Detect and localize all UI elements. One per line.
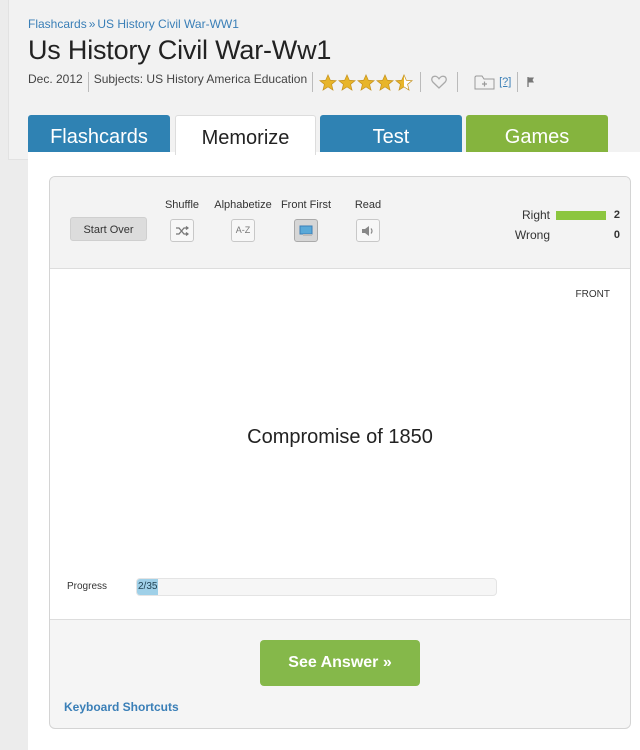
tab-memorize[interactable]: Memorize [175,115,316,155]
star-full-icon[interactable] [376,73,395,91]
breadcrumb-flashcards-link[interactable]: Flashcards [28,17,87,31]
read-button[interactable] [356,219,380,242]
study-toolbar: Start Over Shuffle Alphabetize A-Z Front… [50,177,630,269]
right-score-row: Right 2 [490,205,620,225]
speaker-icon [362,226,373,236]
right-score-bar [556,210,606,220]
breadcrumb-separator: » [88,17,96,31]
add-folder-icon [474,75,495,90]
heart-icon [431,75,447,89]
star-full-icon[interactable] [357,73,376,91]
add-to-folder-button[interactable]: [?] [458,72,519,92]
tab-games[interactable]: Games [466,115,608,153]
star-full-icon[interactable] [319,73,338,91]
rating-stars[interactable] [313,72,422,92]
page-title: Us History Civil War-Ww1 [28,35,332,65]
shuffle-tool: Shuffle [160,199,204,242]
score-panel: Right 2 Wrong 0 [490,205,620,245]
front-first-tool: Front First [278,199,334,242]
shuffle-button[interactable] [170,219,194,242]
shuffle-label: Shuffle [164,199,200,211]
set-date: Dec. 2012 [28,72,89,92]
tab-flashcards[interactable]: Flashcards [28,115,170,153]
breadcrumb-set-link[interactable]: US History Civil War-WW1 [97,17,239,31]
memorize-study-panel: Start Over Shuffle Alphabetize A-Z Front… [49,176,631,729]
set-meta: Dec. 2012 Subjects: US History America E… [28,71,536,93]
star-half-icon[interactable] [395,73,414,91]
right-count: 2 [613,209,620,221]
alphabetize-button[interactable]: A-Z [231,219,255,242]
help-link[interactable]: [?] [499,76,511,88]
breadcrumb: Flashcards» US History Civil War-WW1 [28,17,239,31]
favorite-button[interactable] [421,72,459,92]
alphabetize-label: Alphabetize [214,199,272,211]
wrong-score-row: Wrong 0 [490,225,620,245]
front-first-label: Front First [280,199,332,211]
right-label: Right [521,208,550,222]
flashcard[interactable]: FRONT Compromise of 1850 Progress 2/35 [50,269,630,620]
wrong-count: 0 [613,229,620,241]
alphabetize-tool: Alphabetize A-Z [212,199,274,242]
set-subjects[interactable]: Subjects: US History America Education [89,72,314,92]
wrong-score-bar [556,231,606,240]
alphabetize-az-icon: A-Z [235,225,251,235]
start-over-button[interactable]: Start Over [70,217,147,241]
tab-test[interactable]: Test [320,115,462,153]
card-term: Compromise of 1850 [247,426,433,448]
read-tool: Read [350,199,386,242]
front-first-button[interactable] [294,219,318,242]
progress-label: Progress [67,581,108,592]
shuffle-icon [176,226,189,236]
progress-fill: 2/35 [137,579,158,595]
flag-icon [527,77,535,87]
card-side-label: FRONT [575,289,610,300]
report-button[interactable] [518,72,536,92]
wrong-label: Wrong [514,228,550,242]
card-front-icon [299,225,313,236]
see-answer-button[interactable]: See Answer » [260,640,420,686]
keyboard-shortcuts-link[interactable]: Keyboard Shortcuts [64,700,179,714]
star-full-icon[interactable] [338,73,357,91]
read-label: Read [354,199,382,211]
progress-bar: 2/35 [136,578,497,596]
